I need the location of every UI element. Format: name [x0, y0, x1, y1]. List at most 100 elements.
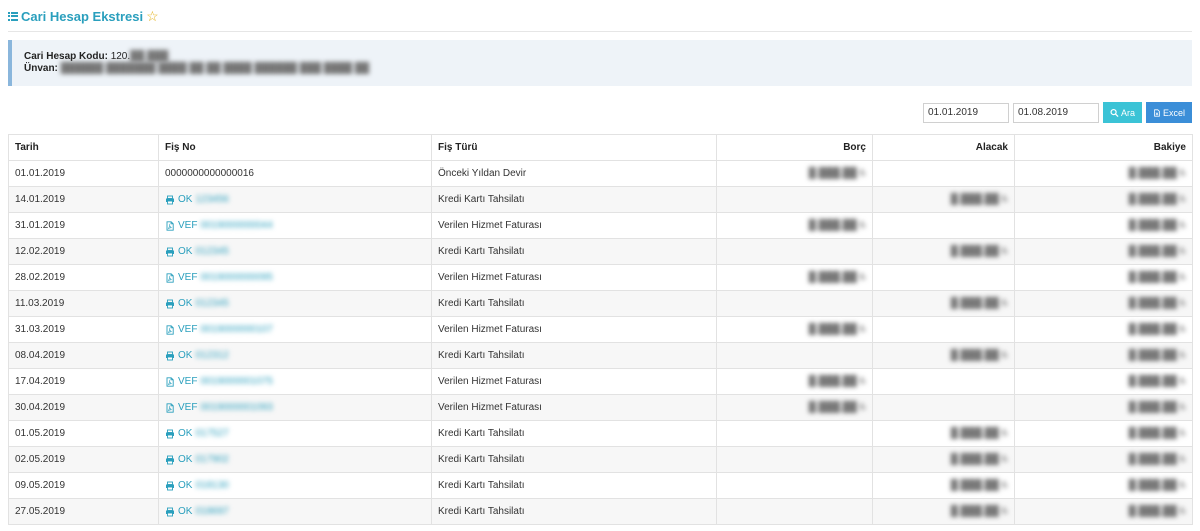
alacak-redacted: █.███,██ ₺ — [950, 454, 1008, 465]
table-row[interactable]: 27.05.2019 OK 018697 Kredi Kartı Tahsilatı █… — [8, 498, 1193, 525]
fis-no-prefix: OK — [178, 246, 193, 257]
fis-no-prefix: VEF — [178, 272, 198, 283]
alacak-redacted: █.███,██ ₺ — [950, 428, 1008, 439]
cell-fis-no: OK 012345 — [158, 290, 432, 317]
fis-no-link[interactable]: VEF 0019000000095 — [165, 272, 425, 283]
cell-borc — [716, 186, 873, 213]
account-title-redacted: ██████ ███████ ████ ██ ██ ████ ██████ ██… — [60, 63, 370, 74]
cell-borc — [716, 238, 873, 265]
account-info-panel: Cari Hesap Kodu: 120.██.███ Ünvan: █████… — [8, 40, 1192, 86]
table-row[interactable]: 08.04.2019 OK 012312 Kredi Kartı Tahsilatı █… — [8, 342, 1193, 369]
table-row[interactable]: 02.05.2019 OK 017902 Kredi Kartı Tahsilatı █… — [8, 446, 1193, 473]
fis-no-redacted: 012312 — [195, 350, 229, 361]
col-header-bakiye[interactable]: Bakiye — [1014, 134, 1193, 161]
cell-alacak: █.███,██ ₺ — [872, 472, 1015, 499]
cell-borc — [716, 446, 873, 473]
printer-icon[interactable] — [165, 507, 175, 517]
bakiye-redacted: █.███,██ ₺ — [1128, 324, 1186, 335]
star-outline-icon[interactable]: ☆ — [146, 9, 159, 23]
cell-fis-turu: Verilen Hizmet Faturası — [431, 368, 717, 395]
start-date-input[interactable] — [923, 102, 1009, 123]
cell-bakiye: █.███,██ ₺ — [1014, 342, 1193, 369]
bakiye-redacted: █.███,██ ₺ — [1128, 402, 1186, 413]
printer-icon[interactable] — [165, 299, 175, 309]
bakiye-redacted: █.███,██ ₺ — [1128, 506, 1186, 517]
fis-no-link[interactable]: OK 018130 — [165, 480, 425, 491]
search-button[interactable]: Ara — [1103, 102, 1142, 123]
fis-no-link[interactable]: VEF 0019000001093 — [165, 402, 425, 413]
col-header-fis-no[interactable]: Fiş No — [158, 134, 432, 161]
file-excel-icon — [1154, 108, 1160, 117]
file-pdf-icon[interactable] — [165, 220, 175, 231]
table-row[interactable]: 30.04.2019 VEF 0019000001093 Verilen Hizmet… — [8, 394, 1193, 421]
table-row[interactable]: 17.04.2019 VEF 0019000001075 Verilen Hizmet… — [8, 368, 1193, 395]
cell-fis-no: 0000000000000016 — [158, 160, 432, 187]
fis-no-link[interactable]: OK 017527 — [165, 428, 425, 439]
col-header-tarih[interactable]: Tarih — [8, 134, 159, 161]
fis-no-link[interactable]: OK 017902 — [165, 454, 425, 465]
cell-alacak: █.███,██ ₺ — [872, 420, 1015, 447]
cell-alacak: █.███,██ ₺ — [872, 446, 1015, 473]
cell-tarih: 27.05.2019 — [8, 498, 159, 525]
bakiye-redacted: █.███,██ ₺ — [1128, 376, 1186, 387]
end-date-input[interactable] — [1013, 102, 1099, 123]
printer-icon[interactable] — [165, 429, 175, 439]
printer-icon[interactable] — [165, 455, 175, 465]
table-row[interactable]: 12.02.2019 OK 012345 Kredi Kartı Tahsilatı █… — [8, 238, 1193, 265]
file-pdf-icon[interactable] — [165, 272, 175, 283]
cell-fis-no: OK 017527 — [158, 420, 432, 447]
table-row[interactable]: 09.05.2019 OK 018130 Kredi Kartı Tahsilatı █… — [8, 472, 1193, 499]
fis-no-redacted: 018697 — [195, 506, 229, 517]
table-row[interactable]: 11.03.2019 OK 012345 Kredi Kartı Tahsilatı █… — [8, 290, 1193, 317]
account-code-value: 120. — [110, 51, 131, 62]
fis-no-link[interactable]: VEF 0019000000107 — [165, 324, 425, 335]
table-row[interactable]: 28.02.2019 VEF 0019000000095 Verilen Hizmet… — [8, 264, 1193, 291]
file-pdf-icon[interactable] — [165, 376, 175, 387]
filter-controls: Ara Excel — [923, 102, 1192, 123]
printer-icon[interactable] — [165, 351, 175, 361]
cell-fis-no: VEF 0019000000107 — [158, 316, 432, 343]
cell-fis-turu: Kredi Kartı Tahsilatı — [431, 186, 717, 213]
cell-bakiye: █.███,██ ₺ — [1014, 394, 1193, 421]
alacak-redacted: █.███,██ ₺ — [950, 350, 1008, 361]
fis-no-prefix: VEF — [178, 376, 198, 387]
fis-no-link[interactable]: OK 018697 — [165, 506, 425, 517]
cell-bakiye: █.███,██ ₺ — [1014, 264, 1193, 291]
fis-no-redacted: 123456 — [195, 194, 229, 205]
table-row[interactable]: 01.05.2019 OK 017527 Kredi Kartı Tahsilatı █… — [8, 420, 1193, 447]
header-divider — [8, 31, 1192, 32]
table-row[interactable]: 31.03.2019 VEF 0019000000107 Verilen Hizmet… — [8, 316, 1193, 343]
alacak-redacted: █.███,██ ₺ — [950, 480, 1008, 491]
fis-no-link[interactable]: VEF 0019000001075 — [165, 376, 425, 387]
cell-tarih: 08.04.2019 — [8, 342, 159, 369]
col-header-alacak[interactable]: Alacak — [872, 134, 1015, 161]
cell-bakiye: █.███,██ ₺ — [1014, 368, 1193, 395]
printer-icon[interactable] — [165, 195, 175, 205]
printer-icon[interactable] — [165, 247, 175, 257]
account-code-label: Cari Hesap Kodu: — [24, 51, 108, 62]
fis-no-link[interactable]: OK 123456 — [165, 194, 425, 205]
fis-no-link[interactable]: VEF 0019000000044 — [165, 220, 425, 231]
fis-no-link[interactable]: OK 012312 — [165, 350, 425, 361]
table-row[interactable]: 31.01.2019 VEF 0019000000044 Verilen Hizmet… — [8, 212, 1193, 239]
borc-redacted: █.███,██ ₺ — [808, 220, 866, 231]
cell-fis-turu: Kredi Kartı Tahsilatı — [431, 420, 717, 447]
fis-no-link[interactable]: OK 012345 — [165, 246, 425, 257]
cell-borc: █.███,██ ₺ — [716, 394, 873, 421]
file-pdf-icon[interactable] — [165, 324, 175, 335]
excel-export-button[interactable]: Excel — [1146, 102, 1192, 123]
col-header-borc[interactable]: Borç — [716, 134, 873, 161]
fis-no-link[interactable]: OK 012345 — [165, 298, 425, 309]
cell-fis-no: VEF 0019000000044 — [158, 212, 432, 239]
bakiye-redacted: █.███,██ ₺ — [1128, 168, 1186, 179]
cell-alacak — [872, 212, 1015, 239]
printer-icon[interactable] — [165, 481, 175, 491]
bakiye-redacted: █.███,██ ₺ — [1128, 480, 1186, 491]
table-row[interactable]: 01.01.2019 0000000000000016 Önceki Yıldan … — [8, 160, 1193, 187]
list-icon[interactable] — [8, 12, 18, 21]
fis-no-prefix: VEF — [178, 402, 198, 413]
table-row[interactable]: 14.01.2019 OK 123456 Kredi Kartı Tahsilatı █… — [8, 186, 1193, 213]
cell-tarih: 31.03.2019 — [8, 316, 159, 343]
col-header-fis-turu[interactable]: Fiş Türü — [431, 134, 717, 161]
file-pdf-icon[interactable] — [165, 402, 175, 413]
